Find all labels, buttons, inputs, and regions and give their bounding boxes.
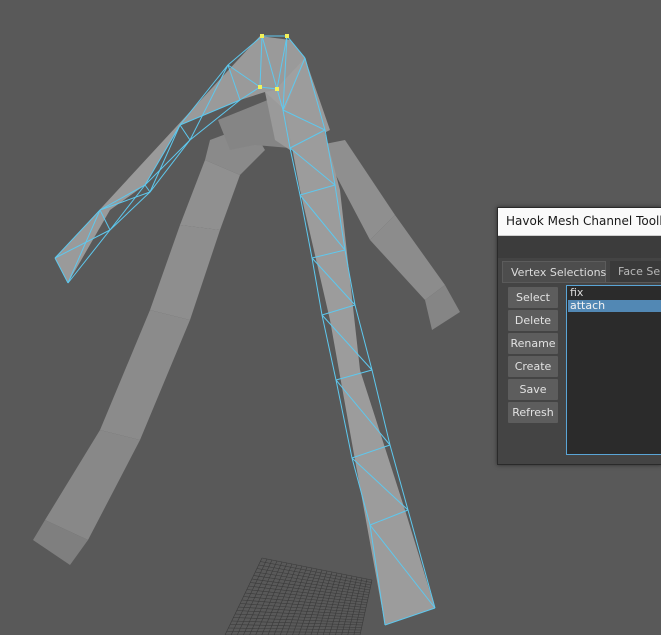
select-button[interactable]: Select [508,287,558,308]
list-item-attach[interactable]: attach [568,300,661,312]
grid-line [243,596,367,608]
tab-face-selections[interactable]: Face Sel [610,261,661,282]
grid-line [359,579,373,635]
create-button[interactable]: Create [508,356,558,377]
grid-line [347,577,363,635]
rename-button[interactable]: Rename [508,333,558,354]
window-menubar [498,236,661,258]
refresh-button[interactable]: Refresh [508,402,558,423]
vertex-selection-list[interactable]: fix attach [566,285,661,455]
tab-vertex-selections[interactable]: Vertex Selections [502,261,606,282]
grid-line [353,578,368,635]
floor-grid [224,557,373,635]
grid-line [230,624,362,628]
window-titlebar[interactable]: Havok Mesh Channel Toolbox [498,208,661,236]
grid-line [235,613,364,621]
list-item-fix[interactable]: fix [568,287,661,299]
save-button[interactable]: Save [508,379,558,400]
window-title: Havok Mesh Channel Toolbox [506,214,661,228]
havok-mesh-channel-toolbox-window: Havok Mesh Channel Toolbox Vertex Select… [497,207,661,465]
delete-button[interactable]: Delete [508,310,558,331]
